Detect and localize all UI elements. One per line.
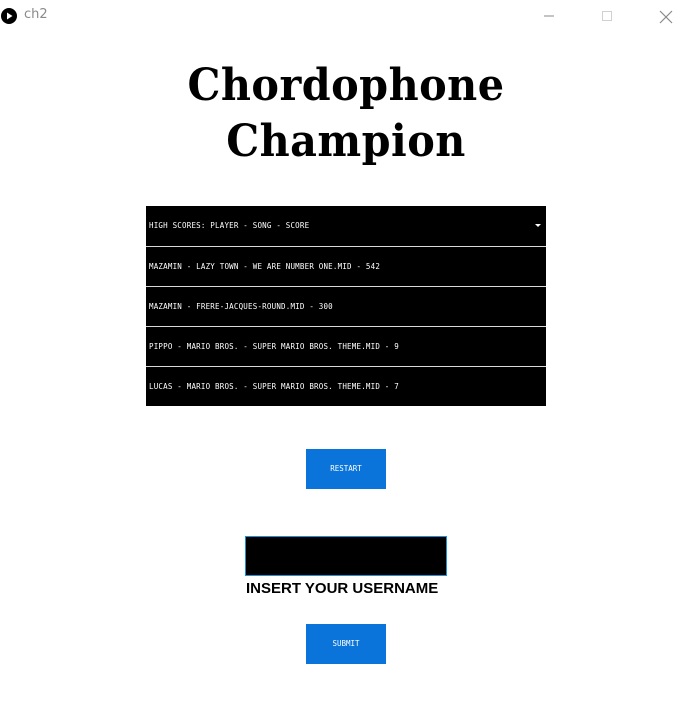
score-list-item[interactable]: LUCAS - MARIO BROS. - SUPER MARIO BROS. … [146, 367, 546, 406]
high-scores-header[interactable]: HIGH SCORES: PLAYER - SONG - SCORE [146, 206, 546, 245]
score-list-item[interactable]: MAZAMIN - LAZY TOWN - WE ARE NUMBER ONE.… [146, 247, 546, 286]
maximize-button[interactable] [584, 0, 630, 32]
username-input[interactable] [245, 536, 447, 576]
logo-line-2: Champion [226, 116, 466, 167]
close-icon [659, 10, 673, 24]
play-circle-icon [1, 8, 17, 24]
logo-line-1: Chordophone [187, 60, 505, 111]
high-scores-dropdown[interactable]: HIGH SCORES: PLAYER - SONG - SCORE MAZAM… [146, 206, 546, 406]
minimize-button[interactable] [526, 0, 572, 32]
maximize-icon [602, 11, 612, 21]
minimize-icon [544, 15, 554, 17]
score-list-item[interactable]: PIPPO - MARIO BROS. - SUPER MARIO BROS. … [146, 327, 546, 366]
score-list-item[interactable]: MAZAMIN - FRERE-JACQUES-ROUND.MID - 300 [146, 287, 546, 326]
dropdown-caret-icon[interactable] [535, 224, 541, 227]
app-window: ch2 Chordophone Champion HIGH SCORES: PL… [0, 0, 693, 727]
close-button[interactable] [642, 0, 688, 32]
submit-button[interactable]: SUBMIT [306, 624, 386, 664]
restart-button[interactable]: RESTART [306, 449, 386, 489]
high-scores-header-label: HIGH SCORES: PLAYER - SONG - SCORE [149, 221, 310, 230]
title-bar: ch2 [0, 0, 693, 32]
window-title: ch2 [24, 7, 48, 22]
username-label: INSERT YOUR USERNAME [246, 580, 439, 597]
game-logo: Chordophone Champion [162, 58, 530, 184]
